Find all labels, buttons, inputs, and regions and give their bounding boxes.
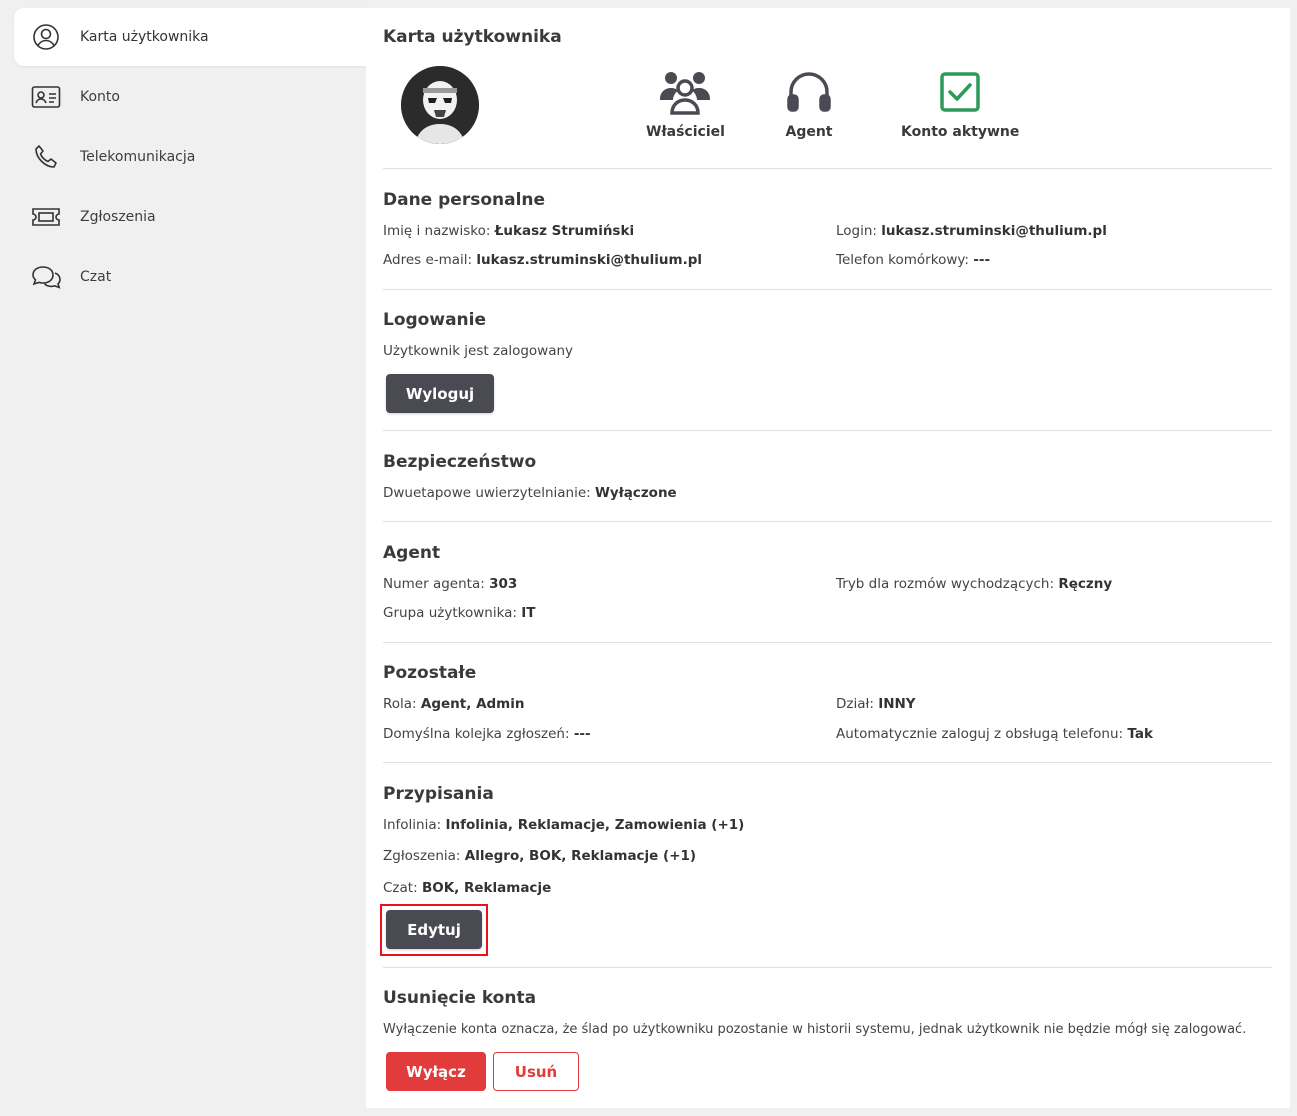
section-title-bezpieczenstwo: Bezpieczeństwo bbox=[383, 452, 537, 472]
section-title-dane-personalne: Dane personalne bbox=[383, 190, 546, 210]
divider bbox=[383, 967, 1272, 968]
page-title: Karta użytkownika bbox=[383, 27, 562, 47]
role-row: Rola: Agent, Admin bbox=[383, 696, 525, 712]
phone-icon bbox=[30, 141, 62, 173]
chat-bubbles-icon bbox=[30, 261, 62, 293]
divider bbox=[383, 642, 1272, 643]
role-value: Agent, Admin bbox=[420, 696, 525, 712]
section-title-agent: Agent bbox=[383, 543, 441, 563]
sidebar-item-czat[interactable]: Czat bbox=[14, 248, 366, 306]
user-card-panel: Karta użytkownika Właściciel Agent Konto… bbox=[366, 8, 1290, 1108]
section-title-pozostale: Pozostałe bbox=[383, 663, 477, 683]
headset-icon bbox=[779, 66, 839, 118]
checkbox-checked-icon bbox=[930, 66, 990, 118]
full-name-row: Imię i nazwisko: Łukasz Strumiński bbox=[383, 223, 635, 239]
avatar bbox=[401, 66, 479, 144]
two-factor-value: Wyłączone bbox=[595, 485, 677, 501]
login-status-text: Użytkownik jest zalogowany bbox=[383, 343, 574, 359]
mobile-phone-value: --- bbox=[973, 252, 991, 268]
sidebar-item-zgloszenia[interactable]: Zgłoszenia bbox=[14, 188, 366, 246]
user-group-value: IT bbox=[521, 605, 536, 621]
chat-row: Czat: BOK, Reklamacje bbox=[383, 880, 552, 896]
badge-wlasciciel: Właściciel bbox=[646, 66, 725, 140]
user-circle-icon bbox=[30, 21, 62, 53]
agent-number-value: 303 bbox=[489, 576, 518, 592]
badge-label: Właściciel bbox=[646, 124, 725, 140]
sidebar-item-konto[interactable]: Konto bbox=[14, 68, 366, 126]
badge-konto-aktywne: Konto aktywne bbox=[901, 66, 1019, 140]
sidebar-item-label: Zgłoszenia bbox=[80, 209, 156, 225]
login-value: lukasz.struminski@thulium.pl bbox=[881, 223, 1107, 239]
disable-account-button[interactable]: Wyłącz bbox=[386, 1052, 486, 1091]
badge-agent: Agent bbox=[779, 66, 839, 140]
sidebar-item-label: Czat bbox=[80, 269, 112, 285]
divider bbox=[383, 168, 1272, 169]
id-card-icon bbox=[30, 81, 62, 113]
two-factor-row: Dwuetapowe uwierzytelnianie: Wyłączone bbox=[383, 485, 677, 501]
badge-label: Agent bbox=[785, 124, 833, 140]
default-queue-row: Domyślna kolejka zgłoszeń: --- bbox=[383, 726, 591, 742]
mobile-phone-row: Telefon komórkowy: --- bbox=[836, 252, 991, 268]
divider bbox=[383, 521, 1272, 522]
department-row: Dział: INNY bbox=[836, 696, 916, 712]
infoline-row: Infolinia: Infolinia, Reklamacje, Zamowi… bbox=[383, 817, 745, 833]
full-name-value: Łukasz Strumiński bbox=[494, 223, 635, 239]
divider bbox=[383, 430, 1272, 431]
section-title-usuniecie-konta: Usunięcie konta bbox=[383, 988, 537, 1008]
tickets-value: Allegro, BOK, Reklamacje (+1) bbox=[464, 848, 697, 864]
users-group-icon bbox=[655, 66, 715, 118]
deletion-description: Wyłączenie konta oznacza, że ślad po uży… bbox=[383, 1022, 1247, 1037]
auto-login-value: Tak bbox=[1127, 726, 1153, 742]
tickets-row: Zgłoszenia: Allegro, BOK, Reklamacje (+1… bbox=[383, 848, 697, 864]
outbound-mode-value: Ręczny bbox=[1058, 576, 1113, 592]
email-value: lukasz.struminski@thulium.pl bbox=[476, 252, 702, 268]
outbound-mode-row: Tryb dla rozmów wychodzących: Ręczny bbox=[836, 576, 1113, 592]
logout-button[interactable]: Wyloguj bbox=[386, 374, 494, 413]
department-value: INNY bbox=[878, 696, 916, 712]
divider bbox=[383, 762, 1272, 763]
sidebar-item-label: Karta użytkownika bbox=[80, 29, 209, 45]
sidebar: Karta użytkownika Konto Telekomunikacja … bbox=[0, 0, 366, 1116]
sidebar-item-label: Konto bbox=[80, 89, 120, 105]
auto-login-row: Automatycznie zaloguj z obsługą telefonu… bbox=[836, 726, 1153, 742]
login-row: Login: lukasz.struminski@thulium.pl bbox=[836, 223, 1107, 239]
infoline-value: Infolinia, Reklamacje, Zamowienia (+1) bbox=[445, 817, 745, 833]
sidebar-item-karta-uzytkownika[interactable]: Karta użytkownika bbox=[14, 8, 366, 66]
divider bbox=[383, 289, 1272, 290]
edit-assignments-button[interactable]: Edytuj bbox=[386, 910, 482, 949]
agent-number-row: Numer agenta: 303 bbox=[383, 576, 518, 592]
sidebar-item-label: Telekomunikacja bbox=[80, 149, 196, 165]
chat-value: BOK, Reklamacje bbox=[421, 880, 552, 896]
badge-label: Konto aktywne bbox=[901, 124, 1020, 140]
ticket-icon bbox=[30, 201, 62, 233]
section-title-logowanie: Logowanie bbox=[383, 310, 486, 330]
section-title-przypisania: Przypisania bbox=[383, 784, 494, 804]
email-row: Adres e-mail: lukasz.struminski@thulium.… bbox=[383, 252, 702, 268]
default-queue-value: --- bbox=[573, 726, 591, 742]
delete-account-button[interactable]: Usuń bbox=[493, 1052, 579, 1091]
sidebar-item-telekomunikacja[interactable]: Telekomunikacja bbox=[14, 128, 366, 186]
user-group-row: Grupa użytkownika: IT bbox=[383, 605, 536, 621]
